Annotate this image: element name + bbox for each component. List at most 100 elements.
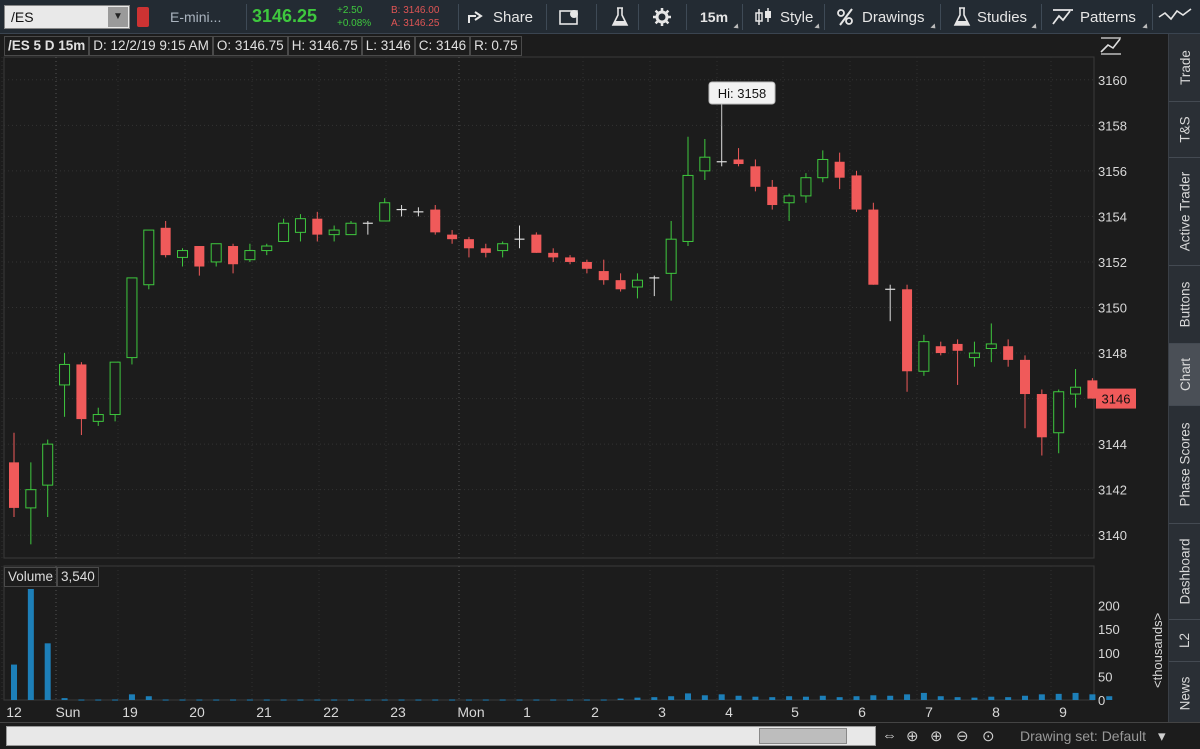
volume-bar <box>162 699 169 701</box>
tab-phase-scores[interactable]: Phase Scores <box>1169 406 1200 524</box>
price-tick-label: 3144 <box>1098 437 1127 452</box>
candle-body <box>261 245 273 252</box>
candle-body <box>800 177 812 197</box>
bottom-bar: ⇔ ⊕ ⊕ ⊖ ⊙ Drawing set: Default ▾ <box>0 722 1200 749</box>
chart-app: /ES ▼ E-mini... 3146.25 +2.50 +0.08% B: … <box>0 0 1200 749</box>
volume-bar <box>1072 692 1079 700</box>
volume-bar <box>786 696 793 700</box>
volume-bar <box>870 695 877 700</box>
volume-bar <box>634 697 641 700</box>
price-tick-label: 3140 <box>1098 528 1127 543</box>
volume-bar <box>78 699 85 701</box>
volume-bar <box>685 693 691 700</box>
candle-body <box>9 462 19 508</box>
volume-bar <box>971 697 978 700</box>
side-panel: Trade T&S Active Trader Buttons Chart Ph… <box>1168 34 1200 724</box>
candle-body <box>497 243 509 252</box>
auto-scale-icon[interactable] <box>1099 36 1123 56</box>
price-tick-label: 3160 <box>1098 73 1127 88</box>
candle-body <box>177 250 188 258</box>
candle-body <box>548 252 559 258</box>
candle-body <box>1036 394 1047 438</box>
tab-level-2[interactable]: L2 <box>1169 620 1200 662</box>
candle-body <box>968 352 980 359</box>
tab-active-trader[interactable]: Active Trader <box>1169 158 1200 266</box>
volume-bar <box>449 699 456 701</box>
volume-value: 3,540 <box>57 567 99 587</box>
zoom-out-icon[interactable]: ⊖ <box>956 727 969 745</box>
candle-body <box>565 257 576 262</box>
candle-body <box>1070 386 1082 395</box>
expand-icon[interactable]: ⇔ <box>882 727 897 744</box>
price-tick-label: 3150 <box>1098 301 1127 316</box>
volume-bar <box>112 699 119 701</box>
volume-bar <box>533 699 540 701</box>
candle-body <box>935 346 946 354</box>
volume-tick-label: 100 <box>1098 646 1120 661</box>
candle-body <box>42 443 54 486</box>
volume-bar <box>364 699 371 701</box>
current-price-label: 3146 <box>1102 392 1131 407</box>
volume-bar <box>1106 696 1113 700</box>
candle-body <box>682 174 694 242</box>
candle-body <box>194 246 205 267</box>
zoom-region-icon[interactable]: ⊙ <box>982 727 995 745</box>
zoom-in-icon[interactable]: ⊕ <box>930 727 943 745</box>
volume-bar <box>213 699 220 701</box>
tab-chart[interactable]: Chart <box>1169 344 1200 406</box>
volume-bar <box>95 699 102 701</box>
volume-bar <box>735 695 742 700</box>
tab-news[interactable]: News <box>1169 662 1200 724</box>
candle-body <box>598 271 609 281</box>
time-tick-label: 7 <box>925 704 933 720</box>
candle-body <box>1020 359 1030 395</box>
volume-bar <box>415 699 422 701</box>
volume-bar <box>280 699 287 701</box>
volume-bar <box>499 699 506 701</box>
candle-body <box>783 195 795 204</box>
tab-trade[interactable]: Trade <box>1169 34 1200 102</box>
tab-dashboard[interactable]: Dashboard <box>1169 524 1200 620</box>
candle-body <box>312 218 323 235</box>
volume-bar <box>567 699 574 701</box>
candle-body <box>76 364 87 420</box>
candle-body <box>160 227 171 256</box>
candle-body <box>92 414 104 422</box>
volume-bar <box>1089 694 1096 700</box>
scrollbar-thumb[interactable] <box>759 728 847 744</box>
candle-body <box>581 261 592 269</box>
volume-bar <box>668 696 675 700</box>
candle-body <box>615 280 626 290</box>
time-tick-label: 21 <box>256 704 272 720</box>
candle-body <box>665 238 677 274</box>
volume-bar <box>836 697 843 700</box>
crosshair-icon[interactable]: ⊕ <box>906 727 919 745</box>
volume-bar <box>263 699 270 701</box>
volume-bar <box>11 664 17 700</box>
candle-body <box>750 166 761 187</box>
candle-body <box>294 218 306 233</box>
candle-body <box>447 234 458 240</box>
volume-bar <box>465 699 472 701</box>
tab-buttons[interactable]: Buttons <box>1169 266 1200 344</box>
volume-bar <box>179 699 186 701</box>
candle-body <box>1003 346 1014 360</box>
time-tick-label: Sun <box>56 704 81 720</box>
volume-bar <box>769 697 776 700</box>
volume-bar <box>1038 694 1045 700</box>
volume-bar <box>1022 695 1028 700</box>
volume-bar <box>145 696 152 700</box>
volume-bar <box>27 589 34 700</box>
candle-body <box>918 341 930 372</box>
volume-bar <box>937 696 944 700</box>
candle-body <box>851 175 862 210</box>
horizontal-scrollbar[interactable] <box>6 726 876 746</box>
volume-bar <box>600 699 607 701</box>
candle-body <box>834 161 845 178</box>
tab-time-and-sales[interactable]: T&S <box>1169 102 1200 158</box>
price-tick-label: 3158 <box>1098 118 1127 133</box>
candle-body <box>109 361 121 416</box>
candle-body <box>59 363 71 386</box>
drawing-set-dropdown-icon[interactable]: ▾ <box>1158 727 1166 745</box>
price-chart[interactable]: 3140314231443146314831503152315431563158… <box>0 0 1168 722</box>
